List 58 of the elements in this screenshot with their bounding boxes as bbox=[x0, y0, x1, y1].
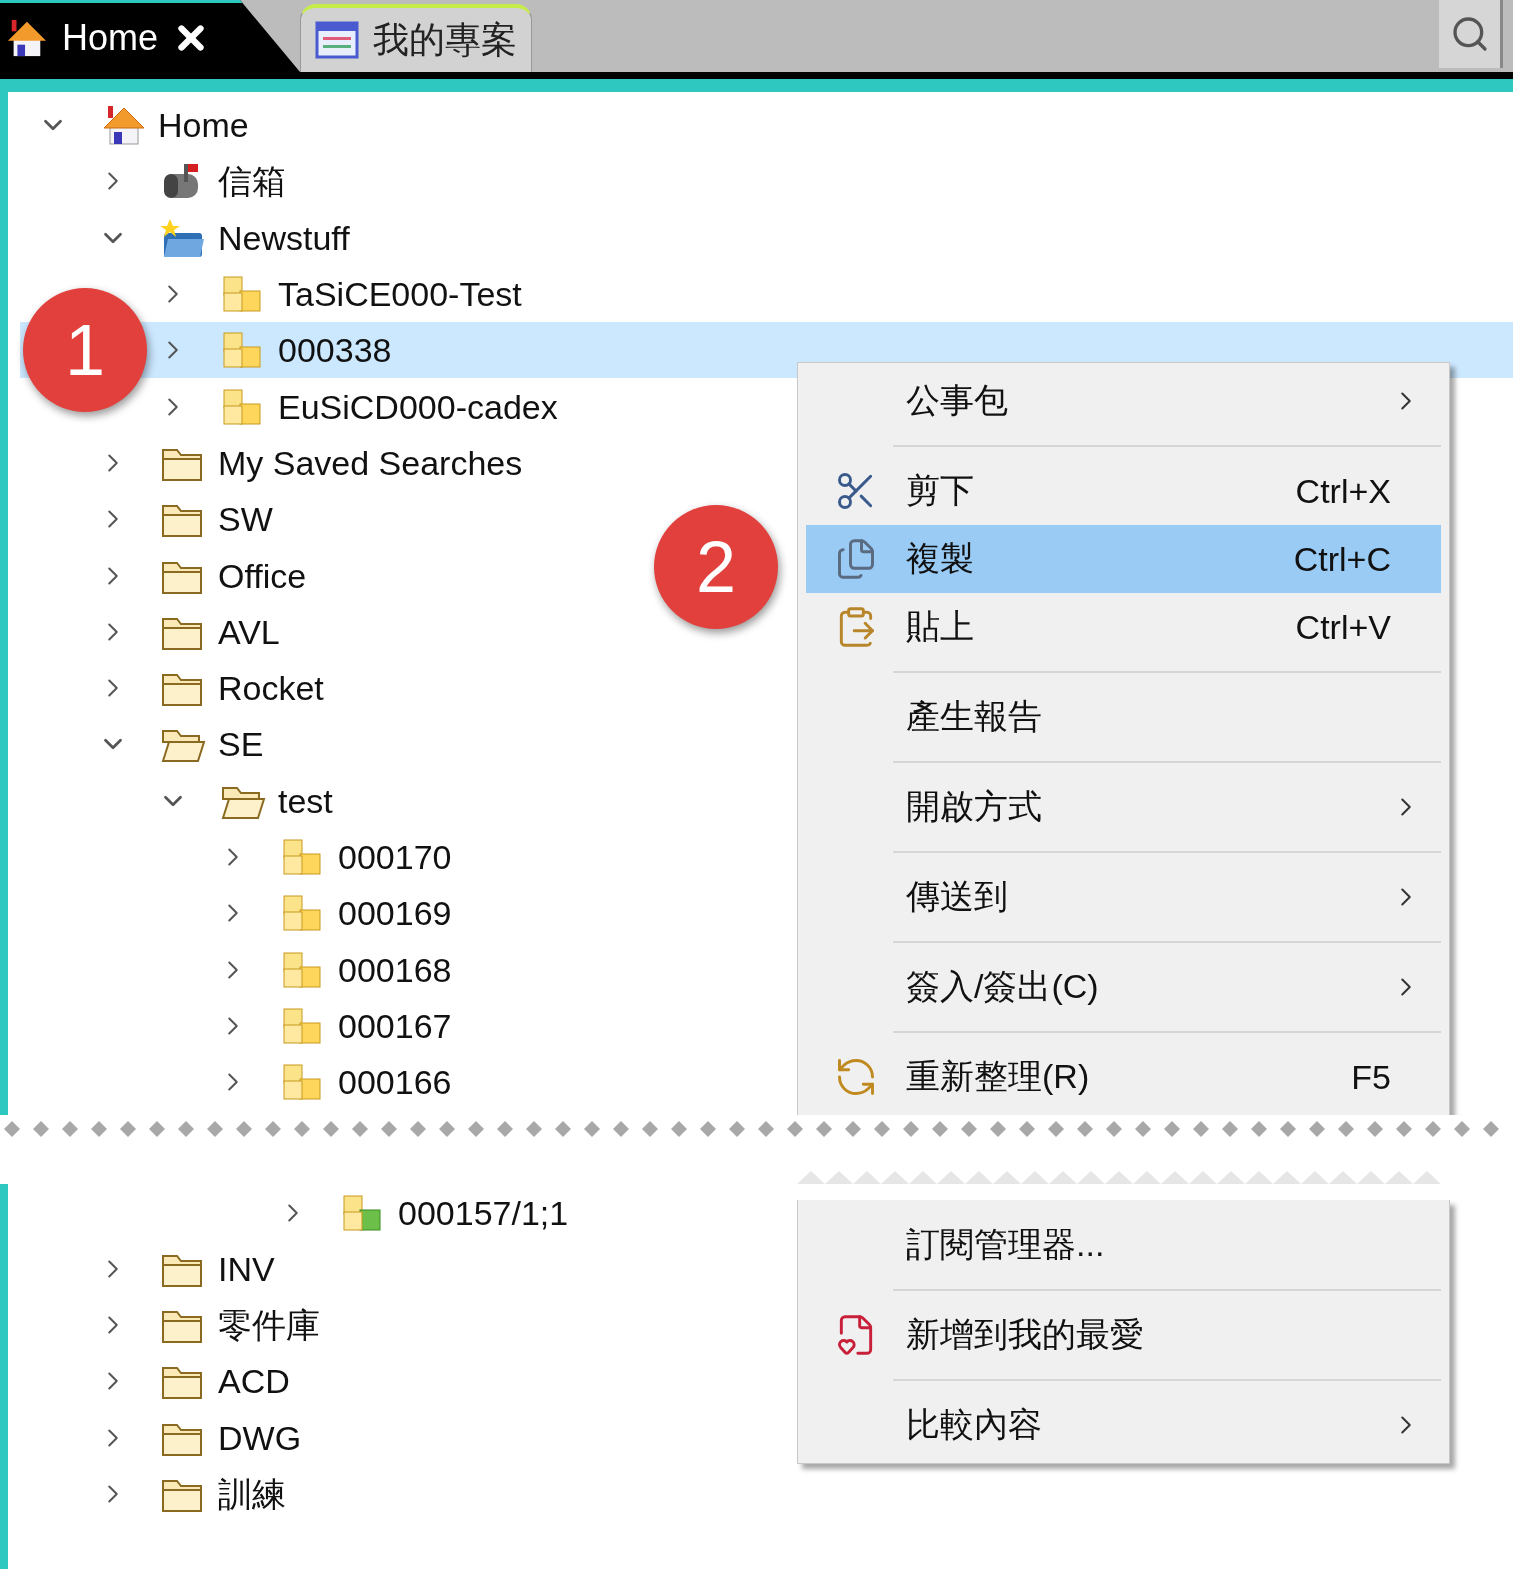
step-badge: 1 bbox=[23, 288, 147, 412]
tree-item[interactable]: 000157/1;1 bbox=[398, 1195, 569, 1230]
menu-item[interactable]: 訂閱管理器... bbox=[806, 1211, 1441, 1280]
menu-item-label: 剪下 bbox=[906, 470, 975, 511]
menu-item-label: 複製 bbox=[906, 538, 975, 579]
tree-item[interactable]: AVL bbox=[218, 614, 280, 649]
menu-item[interactable]: 簽入/簽出(C) bbox=[806, 953, 1441, 1021]
menu-item-label: 重新整理(R) bbox=[906, 1056, 1091, 1097]
menu-item[interactable]: 剪下 Ctrl+X bbox=[806, 457, 1441, 525]
tree-item[interactable]: 000166 bbox=[338, 1065, 452, 1100]
tree-item[interactable]: SE bbox=[218, 727, 264, 762]
search-button[interactable] bbox=[1439, 0, 1503, 68]
tree-item[interactable]: Office bbox=[218, 558, 307, 593]
menu-item[interactable]: 新增到我的最愛 bbox=[806, 1301, 1441, 1370]
tree-item[interactable]: Newstuff bbox=[218, 220, 350, 255]
tree-item[interactable]: EuSiCD000-cadex bbox=[278, 389, 558, 424]
shortcut-label: F5 bbox=[1351, 1057, 1391, 1097]
shortcut-label: Ctrl+C bbox=[1293, 539, 1391, 579]
tree-item[interactable]: test bbox=[278, 783, 333, 818]
menu-item[interactable]: 產生報告 bbox=[806, 683, 1441, 751]
tree-item[interactable]: Home bbox=[158, 108, 249, 143]
tree-item[interactable]: 000169 bbox=[338, 896, 452, 931]
tree-item[interactable]: INV bbox=[218, 1251, 275, 1286]
menu-item-label: 傳送到 bbox=[906, 876, 1009, 917]
menu-item-label: 簽入/簽出(C) bbox=[906, 966, 1100, 1007]
shortcut-label: Ctrl+X bbox=[1295, 471, 1391, 511]
menu-item[interactable]: 開啟方式 bbox=[806, 773, 1441, 841]
tab[interactable]: 我的專案 bbox=[300, 4, 532, 72]
tree-item[interactable]: DWG bbox=[218, 1420, 302, 1455]
menu-item[interactable]: 貼上 Ctrl+V bbox=[806, 593, 1441, 661]
tree-item[interactable]: 000170 bbox=[338, 840, 452, 874]
table-icon bbox=[315, 21, 359, 59]
step-badge: 2 bbox=[654, 505, 778, 629]
tree-item[interactable]: 訓練 bbox=[218, 1477, 286, 1511]
menu-item-label: 比較內容 bbox=[906, 1404, 1043, 1446]
menu-item-label: 訂閱管理器... bbox=[906, 1224, 1106, 1266]
menu-item-label: 新增到我的最愛 bbox=[906, 1314, 1145, 1356]
menu-item-label: 開啟方式 bbox=[906, 786, 1043, 827]
tree-item[interactable]: 零件庫 bbox=[218, 1308, 320, 1343]
menu-item-label: 公事包 bbox=[906, 380, 1009, 421]
menu-item[interactable]: 比較內容 bbox=[806, 1391, 1441, 1460]
menu-item[interactable]: 複製 Ctrl+C bbox=[806, 525, 1441, 593]
menu-item[interactable]: 公事包 bbox=[806, 367, 1441, 435]
tree-item[interactable]: 信箱 bbox=[218, 164, 286, 199]
tree-item[interactable]: SW bbox=[218, 502, 273, 537]
tree-item[interactable]: ACD bbox=[218, 1364, 290, 1399]
tree-item[interactable]: Rocket bbox=[218, 671, 324, 706]
tree-item[interactable]: 000167 bbox=[338, 1008, 452, 1043]
menu-item-label: 貼上 bbox=[906, 606, 975, 647]
shortcut-label: Ctrl+V bbox=[1295, 607, 1391, 647]
tab[interactable]: Home bbox=[0, 0, 300, 72]
tree-item[interactable]: TaSiCE000-Test bbox=[278, 277, 522, 312]
menu-item[interactable]: 重新整理(R) F5 bbox=[806, 1043, 1441, 1111]
tree-item[interactable]: 000338 bbox=[278, 333, 392, 368]
menu-item[interactable]: 傳送到 bbox=[806, 863, 1441, 931]
menu-item-label: 產生報告 bbox=[906, 696, 1043, 737]
tree-item[interactable]: My Saved Searches bbox=[218, 445, 523, 480]
tree-item[interactable]: 000168 bbox=[338, 952, 452, 987]
